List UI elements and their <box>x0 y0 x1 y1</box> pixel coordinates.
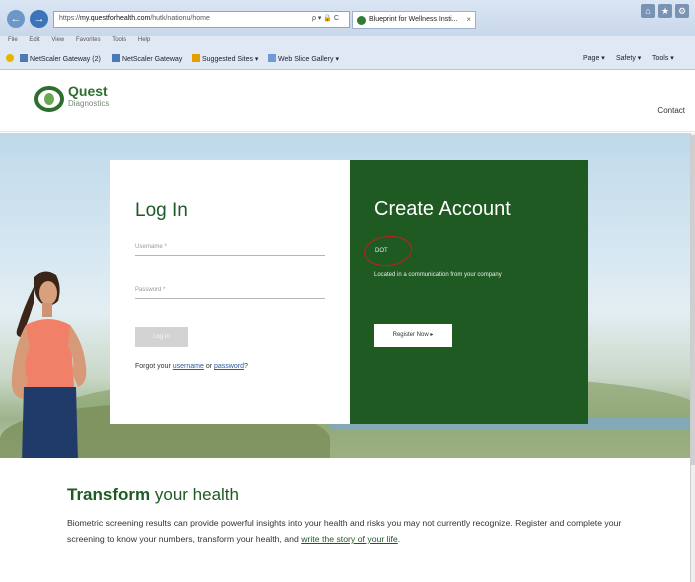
menu-bar: File Edit View Favorites Tools Help <box>0 37 695 49</box>
address-bar[interactable]: https://my.questforhealth.com/hutk/natio… <box>53 11 350 28</box>
transform-title: Transform your health <box>67 485 239 505</box>
menu-help[interactable]: Help <box>138 37 150 43</box>
browser-nav-row: ← → https://my.questforhealth.com/hutk/n… <box>0 0 695 36</box>
menu-edit[interactable]: Edit <box>29 37 39 43</box>
forgot-password-link[interactable]: password <box>214 363 244 370</box>
fav-label: NetScaler Gateway (2) <box>30 56 101 63</box>
forgot-suffix: ? <box>243 363 248 370</box>
url-path: /hutk/nationu/home <box>150 15 210 22</box>
favorites-star-icon[interactable]: ★ <box>658 4 672 18</box>
transform-title-bold: Transform <box>67 485 151 504</box>
cmd-page[interactable]: Page ▾ <box>583 54 605 62</box>
login-button[interactable]: Log In <box>135 327 188 347</box>
menu-tools[interactable]: Tools <box>112 37 126 43</box>
address-tools[interactable]: ρ ▾ 🔒 C <box>312 14 339 22</box>
create-account-panel: Create Account DOT Located in a communic… <box>350 160 588 424</box>
menu-view[interactable]: View <box>51 37 64 43</box>
browser-chrome: ← → https://my.questforhealth.com/hutk/n… <box>0 0 695 70</box>
window-icons: ⌂ ★ ⚙ <box>638 4 689 18</box>
cmd-tools[interactable]: Tools ▾ <box>652 54 674 62</box>
fav-label: NetScaler Gateway <box>122 56 183 63</box>
fav-netscaler-2[interactable]: NetScaler Gateway (2) <box>20 54 101 63</box>
company-code-label: DOT <box>375 248 388 254</box>
story-link[interactable]: write the story of your life <box>301 534 398 544</box>
menu-favorites[interactable]: Favorites <box>76 37 101 43</box>
site-header: Quest Diagnostics Contact <box>0 70 695 132</box>
url-prefix: https:// <box>59 15 81 22</box>
fav-netscaler[interactable]: NetScaler Gateway <box>112 54 182 63</box>
quest-favicon-icon <box>357 16 366 25</box>
forgot-credentials: Forgot your username or password? <box>135 363 248 370</box>
create-account-title: Create Account <box>374 198 511 220</box>
transform-section: Transform your health Biometric screenin… <box>0 458 690 582</box>
settings-gear-icon[interactable]: ⚙ <box>675 4 689 18</box>
fav-label: Suggested Sites ▾ <box>202 56 259 63</box>
forward-icon[interactable]: → <box>30 10 48 28</box>
forgot-prefix: Forgot your <box>135 363 173 370</box>
forgot-or: or <box>203 363 215 370</box>
contact-link[interactable]: Contact <box>657 106 685 115</box>
url-host: my.questforhealth.com <box>80 15 151 22</box>
annotation-circle <box>362 233 414 269</box>
transform-body: Biometric screening results can provide … <box>67 515 657 547</box>
home-icon[interactable]: ⌂ <box>641 4 655 18</box>
login-title: Log In <box>135 200 188 221</box>
fav-web-slice-gallery[interactable]: Web Slice Gallery ▾ <box>268 54 339 63</box>
scrollbar-thumb[interactable] <box>691 135 695 465</box>
quest-logo-icon[interactable] <box>34 84 64 114</box>
browser-tab[interactable]: Blueprint for Wellness Insti... × <box>352 11 476 29</box>
register-now-button[interactable]: Register Now ▸ <box>374 324 452 347</box>
forgot-username-link[interactable]: username <box>173 363 204 370</box>
transform-title-rest: your health <box>150 485 239 504</box>
tab-title: Blueprint for Wellness Insti... <box>369 16 458 23</box>
favorites-bar: NetScaler Gateway (2) NetScaler Gateway … <box>0 50 695 69</box>
logo-sub: Diagnostics <box>68 99 110 108</box>
fav-label: Web Slice Gallery ▾ <box>278 56 339 63</box>
back-icon[interactable]: ← <box>7 10 25 28</box>
logo-name: Quest <box>68 83 108 99</box>
username-field[interactable]: Username * <box>135 238 325 256</box>
company-code-hint: Located in a communication from your com… <box>374 272 502 278</box>
tab-close-icon[interactable]: × <box>466 15 471 24</box>
menu-file[interactable]: File <box>8 37 18 43</box>
password-field[interactable]: Password * <box>135 281 325 299</box>
favorites-star-icon[interactable] <box>6 54 16 63</box>
transform-body-end: . <box>397 534 401 544</box>
page-scrollbar[interactable] <box>690 133 695 582</box>
cmd-safety[interactable]: Safety ▾ <box>616 54 641 62</box>
woman-photo <box>11 271 87 458</box>
fav-suggested-sites[interactable]: Suggested Sites ▾ <box>192 54 258 63</box>
login-panel: Log In Username * Password * Log In Forg… <box>110 160 350 424</box>
